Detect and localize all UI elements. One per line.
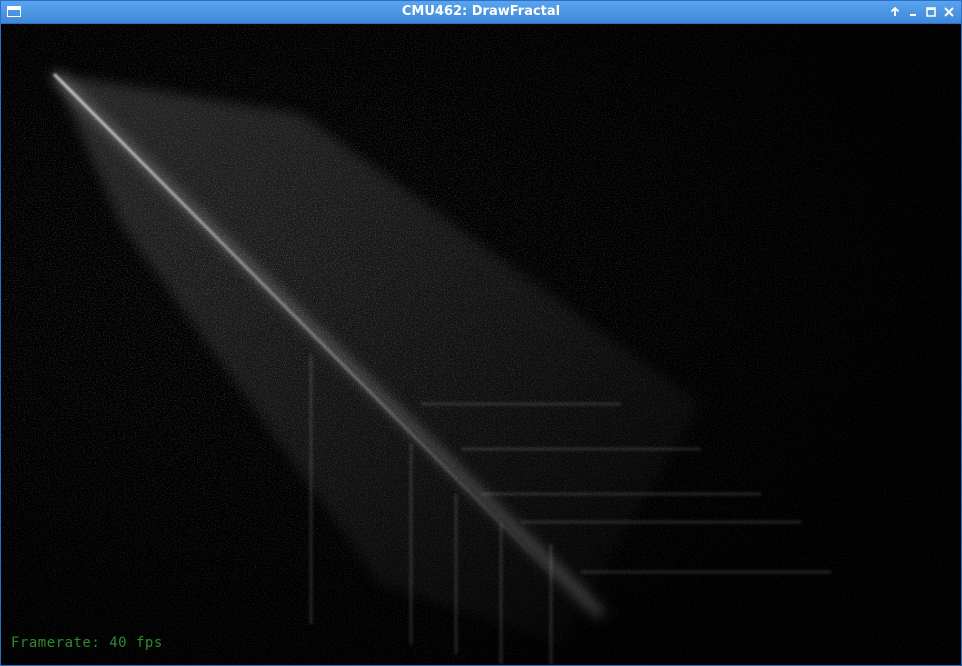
app-window: CMU462: DrawFractal Framerate: 40 fps — [0, 0, 962, 666]
minimize-button[interactable] — [905, 3, 921, 21]
maximize-icon — [926, 7, 936, 17]
window-title: CMU462: DrawFractal — [401, 4, 561, 19]
framerate-readout: Framerate: 40 fps — [11, 635, 163, 651]
close-button[interactable] — [941, 3, 957, 21]
fractal-render — [1, 24, 961, 665]
minimize-icon — [910, 14, 916, 16]
window-controls — [887, 1, 957, 23]
render-viewport[interactable]: Framerate: 40 fps — [1, 24, 961, 665]
keep-above-icon — [890, 6, 900, 16]
window-menu-icon[interactable] — [7, 6, 21, 17]
maximize-button[interactable] — [923, 3, 939, 21]
keep-above-button[interactable] — [887, 3, 903, 21]
title-bar[interactable]: CMU462: DrawFractal — [1, 1, 961, 24]
close-icon — [944, 7, 954, 17]
